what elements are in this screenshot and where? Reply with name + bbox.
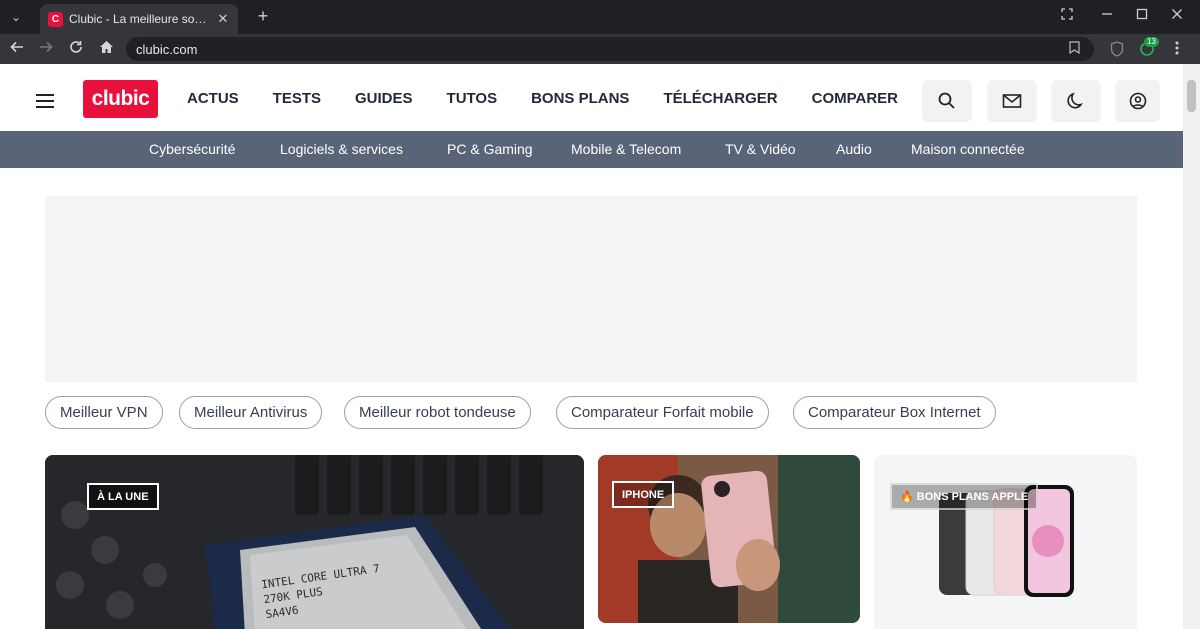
clubic-favicon-icon: C: [48, 12, 63, 27]
quick-link-forfait-mobile[interactable]: Comparateur Forfait mobile: [556, 396, 769, 429]
category-mobile-telecom[interactable]: Mobile & Telecom: [571, 141, 681, 157]
quick-link-vpn[interactable]: Meilleur VPN: [45, 396, 163, 429]
bookmark-icon[interactable]: [1066, 41, 1082, 57]
hamburger-menu-icon[interactable]: [36, 94, 54, 108]
dark-mode-button[interactable]: [1051, 80, 1101, 122]
shield-extension-icon[interactable]: [1108, 41, 1126, 59]
moon-icon: [1067, 92, 1083, 109]
home-icon[interactable]: [95, 38, 117, 60]
category-logiciels[interactable]: Logiciels & services: [280, 141, 403, 157]
reload-icon[interactable]: [65, 38, 87, 60]
scrollbar-thumb[interactable]: [1187, 80, 1196, 112]
browser-tab-bar: ⌄ C Clubic - La meilleure so… ✕ +: [0, 0, 1200, 34]
new-tab-icon[interactable]: +: [252, 5, 274, 27]
maximize-icon[interactable]: [1127, 5, 1157, 27]
iphones-photo: [874, 455, 1137, 629]
url-text: clubic.com: [136, 42, 198, 57]
nav-tests[interactable]: TESTS: [273, 90, 321, 107]
nav-tutos[interactable]: TUTOS: [447, 90, 498, 107]
extension-badge: 13: [1144, 37, 1159, 47]
category-audio[interactable]: Audio: [836, 141, 872, 157]
close-window-icon[interactable]: [1162, 5, 1192, 27]
newsletter-button[interactable]: [987, 80, 1037, 122]
headline-article-card[interactable]: INTEL CORE ULTRA 7 270K PLUS SA4V6 À LA …: [45, 455, 584, 629]
back-arrow-icon[interactable]: [6, 38, 28, 60]
iphone-article-card[interactable]: IPHONE: [598, 455, 860, 623]
category-tv-video[interactable]: TV & Vidéo: [725, 141, 796, 157]
mail-icon: [1002, 94, 1022, 108]
tab-close-icon[interactable]: ✕: [214, 10, 232, 28]
fullscreen-icon[interactable]: [1052, 5, 1082, 27]
category-pc-gaming[interactable]: PC & Gaming: [447, 141, 533, 157]
category-cybersecurite[interactable]: Cybersécurité: [149, 141, 235, 157]
page-scrollbar[interactable]: [1183, 64, 1200, 629]
account-button[interactable]: [1115, 80, 1160, 122]
search-button[interactable]: [922, 80, 972, 122]
browser-toolbar: clubic.com: [0, 34, 1200, 64]
minimize-icon[interactable]: [1092, 5, 1122, 27]
tab-search-chevron-icon[interactable]: ⌄: [6, 7, 26, 27]
search-icon: [938, 92, 955, 109]
apple-deals-card[interactable]: 🔥 BONS PLANS APPLE: [874, 455, 1137, 629]
quick-link-box-internet[interactable]: Comparateur Box Internet: [793, 396, 996, 429]
clubic-logo[interactable]: clubic: [83, 80, 158, 118]
browser-tab[interactable]: C Clubic - La meilleure so… ✕: [40, 4, 238, 34]
address-bar[interactable]: clubic.com: [126, 37, 1094, 61]
web-page: clubic ACTUS TESTS GUIDES TUTOS BONS PLA…: [0, 64, 1183, 629]
nav-comparer[interactable]: COMPARER: [812, 90, 898, 107]
tab-title: Clubic - La meilleure so…: [69, 12, 207, 26]
nav-telecharger[interactable]: TÉLÉCHARGER: [663, 90, 777, 107]
browser-menu-icon[interactable]: [1168, 41, 1186, 59]
forward-arrow-icon[interactable]: [35, 38, 57, 60]
user-icon: [1129, 92, 1147, 110]
nav-guides[interactable]: GUIDES: [355, 90, 413, 107]
ad-placeholder: [45, 196, 1137, 382]
card-badge-iphone: IPHONE: [612, 481, 675, 508]
quick-link-robot-tondeuse[interactable]: Meilleur robot tondeuse: [344, 396, 531, 429]
main-nav: ACTUS TESTS GUIDES TUTOS BONS PLANS TÉLÉ…: [187, 90, 932, 107]
nav-actus[interactable]: ACTUS: [187, 90, 239, 107]
quick-link-antivirus[interactable]: Meilleur Antivirus: [179, 396, 323, 429]
nav-bons-plans[interactable]: BONS PLANS: [531, 90, 629, 107]
category-bar: Cybersécurité Logiciels & services PC & …: [0, 131, 1183, 168]
card-badge-bons-plans-apple: 🔥 BONS PLANS APPLE: [890, 483, 1039, 510]
category-maison-connectee[interactable]: Maison connectée: [911, 141, 1025, 157]
card-badge-a-la-une: À LA UNE: [87, 483, 159, 510]
